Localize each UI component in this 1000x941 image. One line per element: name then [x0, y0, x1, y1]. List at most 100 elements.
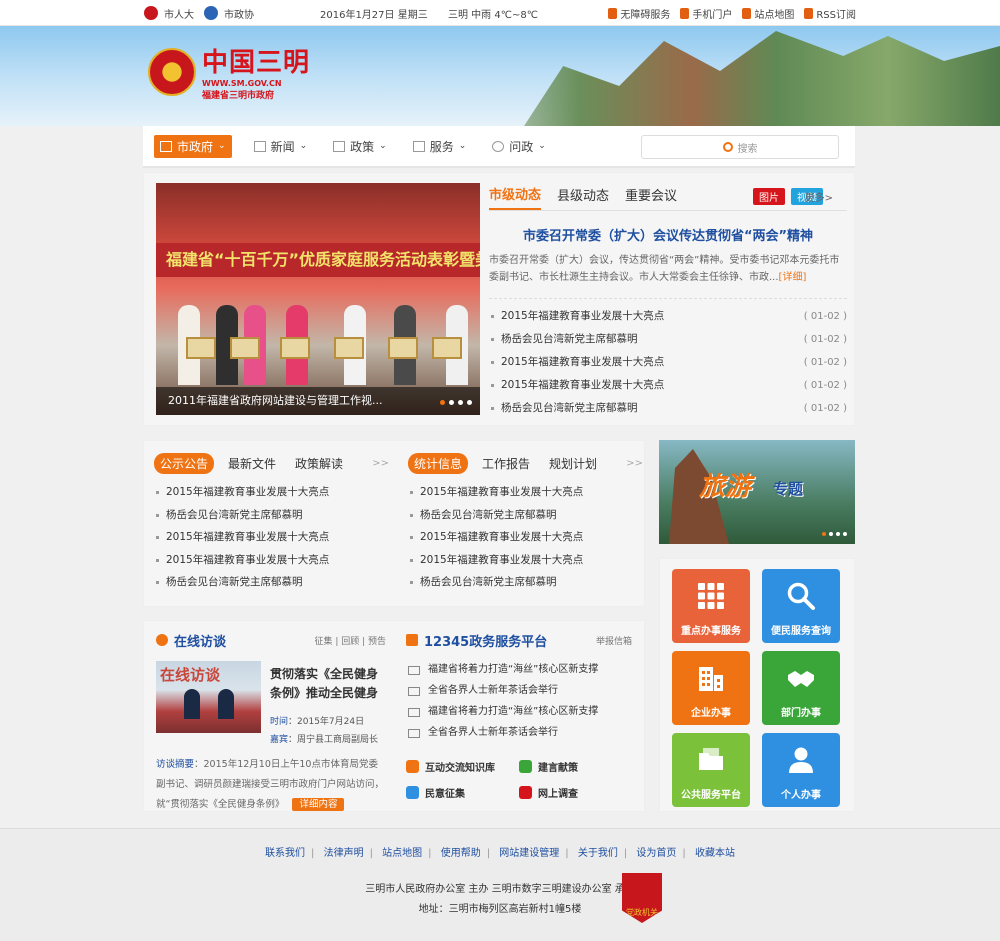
link-npc[interactable]: 市人大	[164, 6, 194, 21]
list-item[interactable]: 2015年福建教育事业发展十大亮点 ( 01-02 )	[489, 305, 847, 328]
list-item[interactable]: 2015年福建教育事业发展十大亮点	[154, 481, 389, 504]
link-opinion-collection[interactable]: 民意征集	[406, 779, 519, 805]
footer-link-sitemap[interactable]: 站点地图	[376, 848, 428, 859]
tab-city-news[interactable]: 市级动态	[489, 184, 542, 210]
nav-inquiry[interactable]: 问政 ⌄	[492, 138, 546, 155]
person-figure	[218, 689, 234, 719]
footer-link-legal[interactable]: 法律声明	[318, 848, 370, 859]
tile-label: 部门办事	[781, 708, 821, 719]
nav-news[interactable]: 新闻 ⌄	[253, 138, 307, 155]
chat-icon	[492, 140, 505, 152]
slide-dot[interactable]	[458, 400, 463, 405]
list-item[interactable]: 杨岳会见台湾新党主席郁慕明	[408, 571, 643, 594]
photo-banner-text: 在线访谈	[160, 666, 221, 684]
footer-link-bookmark[interactable]: 收藏本站	[689, 848, 741, 859]
banner-dot[interactable]	[829, 532, 833, 536]
tourism-banner[interactable]: 旅游 专题	[659, 440, 855, 544]
banner-dot[interactable]	[822, 532, 826, 536]
tab-announcements[interactable]: 公示公告	[154, 452, 215, 474]
tab-county-news[interactable]: 县级动态	[557, 185, 609, 209]
notices-section: 公示公告 最新文件 政策解读 >> 2015年福建教育事业发展十大亮点 杨岳会见…	[154, 451, 389, 594]
folder-icon	[333, 140, 346, 152]
nav-service[interactable]: 服务 ⌄	[412, 138, 466, 155]
list-item[interactable]: 全省各界人士新年茶话会举行	[406, 680, 632, 701]
more-link[interactable]: >>	[372, 458, 389, 469]
accessibility-label[interactable]: 无障碍服务	[620, 6, 670, 21]
list-item[interactable]: 杨岳会见台湾新党主席郁慕明	[154, 571, 389, 594]
slide-caption[interactable]: 2011年福建省政府网站建设与管理工作视...	[156, 387, 480, 415]
tile-key-services[interactable]: 重点办事服务	[672, 569, 750, 643]
tile-department[interactable]: 部门办事	[762, 651, 840, 725]
sitemap-label[interactable]: 站点地图	[754, 6, 794, 21]
photo-slideshow[interactable]: 福建省“十百千万”优质家庭服务活动表彰暨美食街( 2011年福建省政府网站建设与…	[156, 183, 480, 415]
interview-abstract: 访谈摘要：2015年12月10日上午10点市体育局党委副书记、调研员颜建瑞接受三…	[156, 755, 386, 815]
link-suggestions[interactable]: 建言献策	[519, 753, 632, 779]
link-knowledge-base[interactable]: 互动交流知识库	[406, 753, 519, 779]
location-pin-icon	[742, 7, 752, 19]
interview-title[interactable]: 在线访谈	[174, 631, 226, 650]
list-item[interactable]: 2015年福建教育事业发展十大亮点 ( 01-02 )	[489, 351, 847, 374]
list-item[interactable]: 福建省将着力打造“海丝”核心区新支撑	[406, 701, 632, 722]
nav-policy[interactable]: 政策 ⌄	[333, 138, 387, 155]
link-cppcc[interactable]: 市政协	[224, 6, 254, 21]
list-item[interactable]: 2015年福建教育事业发展十大亮点	[408, 526, 643, 549]
list-item[interactable]: 2015年福建教育事业发展十大亮点	[154, 549, 389, 572]
list-item[interactable]: 全省各界人士新年茶话会举行	[406, 722, 632, 743]
more-link[interactable]: >>	[626, 458, 643, 469]
rss-label[interactable]: RSS订阅	[816, 6, 856, 21]
banner-pager	[822, 532, 847, 536]
list-item[interactable]: 杨岳会见台湾新党主席郁慕明 ( 01-02 )	[489, 397, 847, 420]
list-item[interactable]: 杨岳会见台湾新党主席郁慕明	[408, 504, 643, 527]
rss-link[interactable]: RSS订阅	[804, 6, 856, 21]
interview-headline[interactable]: 贯彻落实《全民健身条例》推动全民健身	[270, 665, 388, 703]
notices-card: 公示公告 最新文件 政策解读 >> 2015年福建教育事业发展十大亮点 杨岳会见…	[143, 440, 645, 607]
tab-statistics[interactable]: 统计信息	[408, 452, 469, 474]
list-item[interactable]: 2015年福建教育事业发展十大亮点	[154, 526, 389, 549]
mobile-link[interactable]: 手机门户	[680, 6, 732, 21]
headline-link[interactable]: 市委召开常委（扩大）会议传达贯彻省“两会”精神	[489, 225, 847, 244]
list-item[interactable]: 2015年福建教育事业发展十大亮点	[408, 481, 643, 504]
tab-latest-docs[interactable]: 最新文件	[228, 455, 276, 472]
footer-link-help[interactable]: 使用帮助	[435, 848, 487, 859]
search-icon	[787, 582, 815, 610]
details-link[interactable]: [详细]	[779, 272, 807, 283]
list-item[interactable]: 2015年福建教育事业发展十大亮点	[408, 549, 643, 572]
interview-photo[interactable]: 在线访谈	[156, 661, 261, 733]
footer-link-contact[interactable]: 联系我们	[259, 848, 311, 859]
link-online-survey[interactable]: 网上调查	[519, 779, 632, 805]
tile-public-platform[interactable]: 公共服务平台	[672, 733, 750, 807]
tab-policy-explain[interactable]: 政策解读	[295, 455, 343, 472]
tile-convenience-query[interactable]: 便民服务查询	[762, 569, 840, 643]
details-button[interactable]: 详细内容	[292, 798, 345, 811]
hotline-title[interactable]: 12345政务服务平台	[424, 631, 547, 650]
slide-dot[interactable]	[449, 400, 454, 405]
footer-link-set-home[interactable]: 设为首页	[630, 848, 682, 859]
list-item[interactable]: 杨岳会见台湾新党主席郁慕明 ( 01-02 )	[489, 328, 847, 351]
list-item[interactable]: 2015年福建教育事业发展十大亮点 ( 01-02 )	[489, 374, 847, 397]
site-title: 中国三明	[202, 48, 311, 78]
search-input[interactable]: 搜索	[641, 135, 839, 159]
tile-personal[interactable]: 个人办事	[762, 733, 840, 807]
mobile-label[interactable]: 手机门户	[692, 6, 732, 21]
footer-link-site-admin[interactable]: 网站建设管理	[493, 848, 565, 859]
slide-dot[interactable]	[440, 400, 445, 405]
list-item[interactable]: 杨岳会见台湾新党主席郁慕明	[154, 504, 389, 527]
banner-dot[interactable]	[836, 532, 840, 536]
list-item[interactable]: 福建省将着力打造“海丝”核心区新支撑	[406, 659, 632, 680]
sitemap-link[interactable]: 站点地图	[742, 6, 794, 21]
slide-dot[interactable]	[467, 400, 472, 405]
more-link[interactable]: 更多>	[805, 189, 833, 204]
photo-badge[interactable]: 图片	[753, 188, 786, 205]
tab-planning[interactable]: 规划计划	[549, 455, 597, 472]
site-logo[interactable]: 中国三明 WWW.SM.GOV.CN 福建省三明市政府	[148, 42, 310, 101]
banner-dot[interactable]	[843, 532, 847, 536]
nav-city-gov[interactable]: 市政府 ⌄	[154, 134, 232, 158]
accessibility-link[interactable]: 无障碍服务	[608, 6, 670, 21]
tile-enterprise[interactable]: 企业办事	[672, 651, 750, 725]
tab-work-report[interactable]: 工作报告	[482, 455, 530, 472]
report-mailbox-link[interactable]: 举报信箱	[596, 634, 632, 647]
interview-section: 在线访谈 征集 | 回顾 | 预告 在线访谈 贯彻落实《全民健身条例》推动全民健…	[156, 629, 386, 811]
interview-links[interactable]: 征集 | 回顾 | 预告	[314, 634, 386, 647]
tab-meetings[interactable]: 重要会议	[625, 185, 677, 209]
footer-link-about[interactable]: 关于我们	[572, 848, 624, 859]
